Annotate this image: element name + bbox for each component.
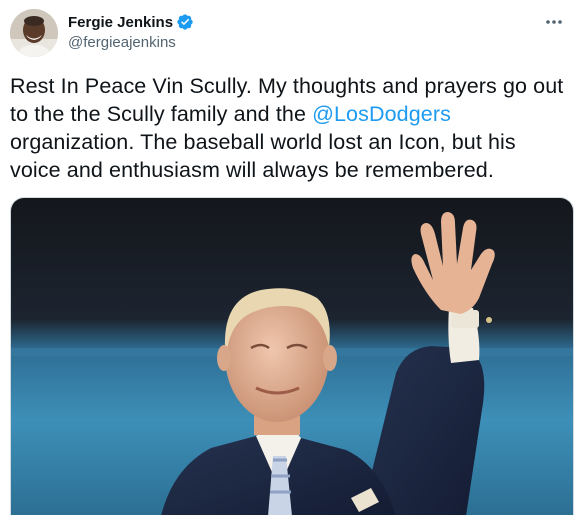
author-display-name[interactable]: Fergie Jenkins xyxy=(68,14,173,31)
author-names: Fergie Jenkins @fergieajenkins xyxy=(68,12,194,53)
tweet-photo[interactable] xyxy=(10,197,574,515)
mention-link[interactable]: @LosDodgers xyxy=(312,102,451,126)
more-options-button[interactable] xyxy=(541,11,567,33)
verified-badge-icon xyxy=(177,14,193,30)
tweet-text-part: Rest In Peace Vin Scully. My thoughts an… xyxy=(10,74,564,126)
author-avatar[interactable] xyxy=(10,9,58,57)
tweet-photo-image xyxy=(11,198,573,515)
tweet-header: Fergie Jenkins @fergieajenkins xyxy=(10,9,569,57)
author-handle[interactable]: @fergieajenkins xyxy=(68,33,194,53)
tweet-text: Rest In Peace Vin Scully. My thoughts an… xyxy=(10,72,570,184)
tweet-card: Fergie Jenkins @fergieajenkins Rest In P… xyxy=(0,0,579,515)
more-options-icon xyxy=(546,20,562,24)
tweet-text-part: organization. The baseball world lost an… xyxy=(10,130,516,182)
